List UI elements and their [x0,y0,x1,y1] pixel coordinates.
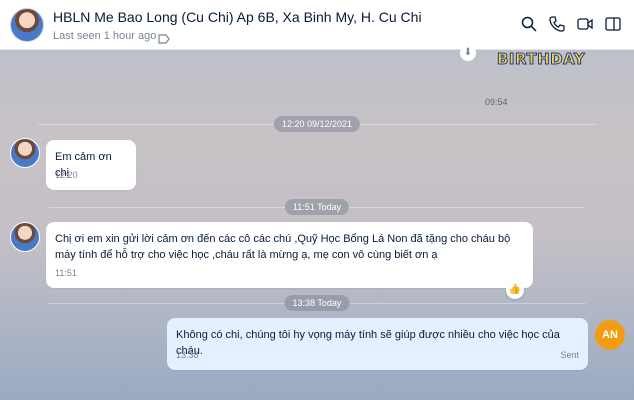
search-icon[interactable] [520,15,538,33]
last-seen-status: Last seen 1 hour ago [53,30,157,42]
sticker-text: BIRTHDAY [496,50,586,69]
message-time: 11:51 [55,268,77,278]
chat-header: HBLN Me Bao Long (Cu Chi) Ap 6B, Xa Binh… [0,0,634,50]
message-time: 13:38 [176,350,199,360]
tag-icon[interactable] [158,31,170,44]
contact-avatar-small[interactable] [10,222,40,252]
conversation-info-icon[interactable] [604,15,622,33]
date-separator: 12:20 09/12/2021 [37,116,597,132]
message-time: 09:54 [485,97,508,107]
message-bubble[interactable]: Em cảm ơn chị 12:20 [46,140,136,190]
message-text: Không có chi, chúng tôi hy vọng máy tính… [176,329,560,357]
message-status: Sent [560,350,579,360]
contact-avatar-small[interactable] [10,138,40,168]
birthday-sticker[interactable]: BIRTHDAY [437,40,585,76]
reaction-like-icon[interactable]: 👍 [506,281,524,299]
download-icon[interactable]: ⬇ [460,45,476,61]
phone-icon[interactable] [548,15,566,33]
message-time: 12:20 [55,170,78,180]
video-call-icon[interactable] [576,15,594,33]
date-separator: 11:51 Today [48,199,587,215]
date-separator: 13:38 Today [48,295,585,311]
message-bubble[interactable]: Chị ơi em xin gửi lời cảm ơn đến các cô … [46,222,533,288]
my-message-bubble[interactable]: Không có chi, chúng tôi hy vọng máy tính… [167,318,588,370]
contact-name[interactable]: HBLN Me Bao Long (Cu Chi) Ap 6B, Xa Binh… [53,9,422,25]
contact-avatar[interactable] [10,8,44,42]
message-text: Chị ơi em xin gửi lời cảm ơn đến các cô … [55,233,511,261]
my-avatar[interactable]: AN [595,320,625,350]
